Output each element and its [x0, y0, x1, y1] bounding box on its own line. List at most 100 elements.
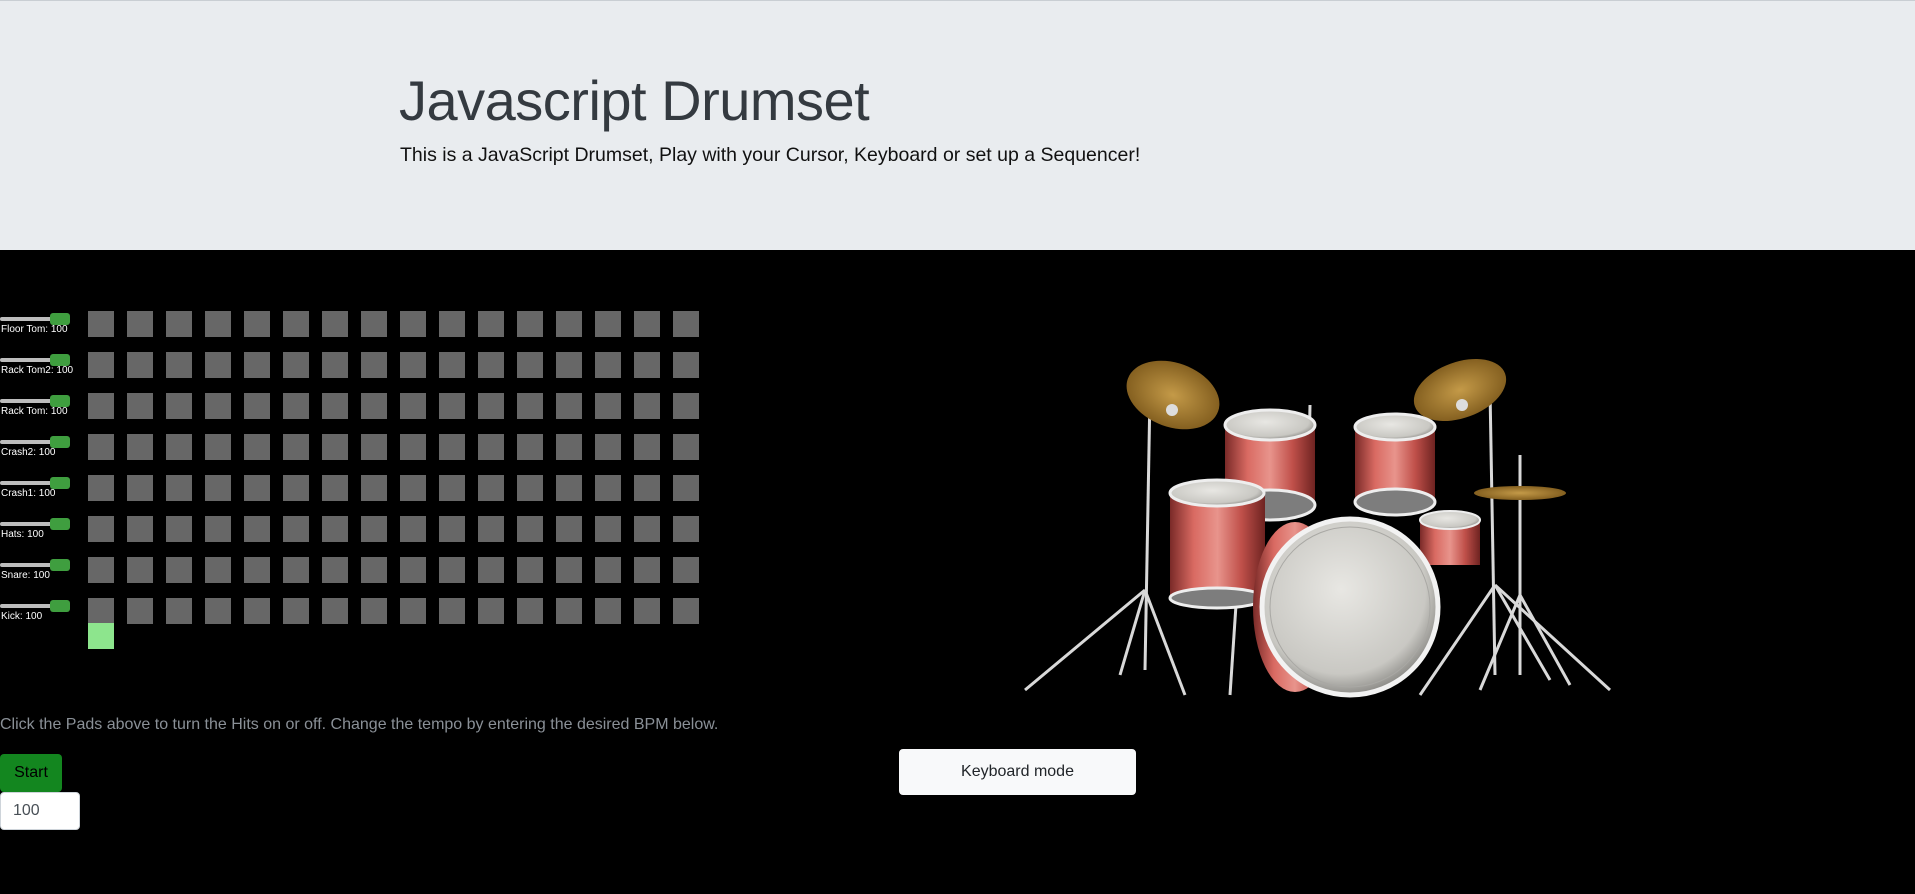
- pad-rack-tom-5[interactable]: [244, 393, 270, 419]
- pad-crash1-7[interactable]: [322, 475, 348, 501]
- pad-crash2-2[interactable]: [127, 434, 153, 460]
- pad-kick-8[interactable]: [361, 598, 387, 624]
- pad-crash1-4[interactable]: [205, 475, 231, 501]
- pad-rack-tom2-6[interactable]: [283, 352, 309, 378]
- slider-thumb[interactable]: [50, 518, 70, 530]
- pad-kick-13[interactable]: [556, 598, 582, 624]
- crash-cymbal-left[interactable]: [1117, 349, 1229, 442]
- pad-hats-4[interactable]: [205, 516, 231, 542]
- pad-floor-tom-9[interactable]: [400, 311, 426, 337]
- pad-floor-tom-2[interactable]: [127, 311, 153, 337]
- pad-rack-tom-3[interactable]: [166, 393, 192, 419]
- pad-snare-11[interactable]: [478, 557, 504, 583]
- pad-rack-tom-14[interactable]: [595, 393, 621, 419]
- pad-rack-tom-13[interactable]: [556, 393, 582, 419]
- pad-rack-tom-16[interactable]: [673, 393, 699, 419]
- pad-crash1-13[interactable]: [556, 475, 582, 501]
- pad-rack-tom2-8[interactable]: [361, 352, 387, 378]
- pad-snare-1[interactable]: [88, 557, 114, 583]
- pad-crash1-9[interactable]: [400, 475, 426, 501]
- pad-snare-8[interactable]: [361, 557, 387, 583]
- small-tom[interactable]: [1419, 510, 1481, 565]
- pad-floor-tom-6[interactable]: [283, 311, 309, 337]
- pad-snare-12[interactable]: [517, 557, 543, 583]
- pad-kick-1[interactable]: [88, 598, 114, 624]
- pad-floor-tom-12[interactable]: [517, 311, 543, 337]
- pad-snare-13[interactable]: [556, 557, 582, 583]
- pad-rack-tom-2[interactable]: [127, 393, 153, 419]
- pad-hats-6[interactable]: [283, 516, 309, 542]
- pad-snare-6[interactable]: [283, 557, 309, 583]
- pad-hats-15[interactable]: [634, 516, 660, 542]
- pad-hats-8[interactable]: [361, 516, 387, 542]
- pad-crash1-10[interactable]: [439, 475, 465, 501]
- pad-rack-tom2-3[interactable]: [166, 352, 192, 378]
- pad-rack-tom2-4[interactable]: [205, 352, 231, 378]
- pad-kick-15[interactable]: [634, 598, 660, 624]
- keyboard-mode-button[interactable]: Keyboard mode: [899, 749, 1136, 795]
- pad-rack-tom-12[interactable]: [517, 393, 543, 419]
- pad-crash2-6[interactable]: [283, 434, 309, 460]
- pad-floor-tom-13[interactable]: [556, 311, 582, 337]
- pad-hats-3[interactable]: [166, 516, 192, 542]
- pad-rack-tom-4[interactable]: [205, 393, 231, 419]
- pad-floor-tom-4[interactable]: [205, 311, 231, 337]
- pad-crash1-15[interactable]: [634, 475, 660, 501]
- pad-crash2-11[interactable]: [478, 434, 504, 460]
- pad-hats-13[interactable]: [556, 516, 582, 542]
- pad-kick-14[interactable]: [595, 598, 621, 624]
- pad-kick-10[interactable]: [439, 598, 465, 624]
- pad-crash1-12[interactable]: [517, 475, 543, 501]
- pad-crash2-15[interactable]: [634, 434, 660, 460]
- slider-thumb[interactable]: [50, 559, 70, 571]
- pad-rack-tom2-9[interactable]: [400, 352, 426, 378]
- pad-snare-15[interactable]: [634, 557, 660, 583]
- pad-crash2-4[interactable]: [205, 434, 231, 460]
- pad-crash2-16[interactable]: [673, 434, 699, 460]
- floor-tom[interactable]: [1168, 478, 1266, 610]
- pad-crash1-8[interactable]: [361, 475, 387, 501]
- pad-rack-tom-9[interactable]: [400, 393, 426, 419]
- hi-hat[interactable]: [1474, 486, 1566, 500]
- rack-tom-right[interactable]: [1353, 412, 1437, 517]
- pad-snare-4[interactable]: [205, 557, 231, 583]
- pad-rack-tom2-5[interactable]: [244, 352, 270, 378]
- pad-snare-5[interactable]: [244, 557, 270, 583]
- pad-floor-tom-11[interactable]: [478, 311, 504, 337]
- pad-crash1-11[interactable]: [478, 475, 504, 501]
- pad-floor-tom-1[interactable]: [88, 311, 114, 337]
- pad-snare-9[interactable]: [400, 557, 426, 583]
- pad-crash2-7[interactable]: [322, 434, 348, 460]
- pad-snare-3[interactable]: [166, 557, 192, 583]
- pad-hats-1[interactable]: [88, 516, 114, 542]
- pad-kick-16[interactable]: [673, 598, 699, 624]
- pad-crash1-16[interactable]: [673, 475, 699, 501]
- pad-snare-14[interactable]: [595, 557, 621, 583]
- pad-crash1-2[interactable]: [127, 475, 153, 501]
- pad-floor-tom-7[interactable]: [322, 311, 348, 337]
- pad-floor-tom-3[interactable]: [166, 311, 192, 337]
- pad-crash2-10[interactable]: [439, 434, 465, 460]
- pad-kick-2[interactable]: [127, 598, 153, 624]
- pad-kick-9[interactable]: [400, 598, 426, 624]
- pad-floor-tom-5[interactable]: [244, 311, 270, 337]
- pad-hats-11[interactable]: [478, 516, 504, 542]
- slider-thumb[interactable]: [50, 600, 70, 612]
- pad-snare-7[interactable]: [322, 557, 348, 583]
- pad-hats-5[interactable]: [244, 516, 270, 542]
- pad-hats-2[interactable]: [127, 516, 153, 542]
- pad-snare-10[interactable]: [439, 557, 465, 583]
- drumset-image[interactable]: [1010, 345, 1630, 715]
- pad-rack-tom-8[interactable]: [361, 393, 387, 419]
- pad-hats-10[interactable]: [439, 516, 465, 542]
- pad-kick-5[interactable]: [244, 598, 270, 624]
- pad-kick-3[interactable]: [166, 598, 192, 624]
- pad-floor-tom-16[interactable]: [673, 311, 699, 337]
- pad-hats-9[interactable]: [400, 516, 426, 542]
- start-button[interactable]: Start: [0, 754, 62, 792]
- pad-rack-tom-15[interactable]: [634, 393, 660, 419]
- pad-rack-tom2-7[interactable]: [322, 352, 348, 378]
- pad-rack-tom2-10[interactable]: [439, 352, 465, 378]
- pad-crash1-1[interactable]: [88, 475, 114, 501]
- pad-rack-tom2-11[interactable]: [478, 352, 504, 378]
